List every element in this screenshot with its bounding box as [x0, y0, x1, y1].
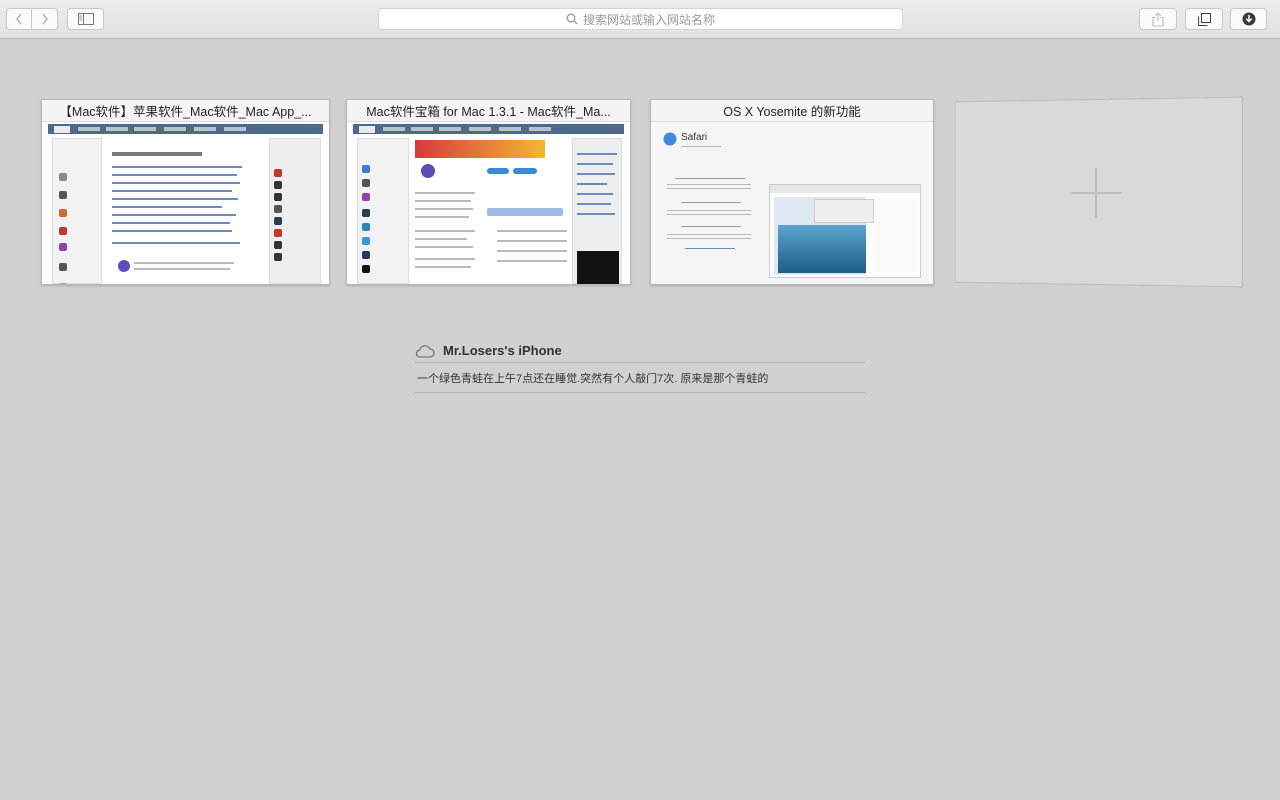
- chevron-right-icon: [41, 13, 48, 25]
- share-icon: [1152, 11, 1164, 27]
- icloud-tabs: Mr.Losers's iPhone 一个绿色青蛙在上午7点还在睡觉.突然有个人…: [415, 339, 865, 393]
- toolbar: 搜索网站或输入网站名称: [0, 0, 1280, 39]
- plus-icon: [1071, 168, 1121, 218]
- tab-overview-button[interactable]: [1185, 8, 1223, 30]
- compass-icon: [663, 132, 677, 146]
- page-preview: [42, 122, 329, 284]
- sidebar-icon: [77, 13, 94, 25]
- chevron-left-icon: [16, 13, 22, 25]
- page-preview: [347, 122, 630, 284]
- app-name: Safari: [681, 132, 708, 143]
- download-icon: [1242, 12, 1255, 26]
- tab-title: Mac软件宝箱 for Mac 1.3.1 - Mac软件_Ma...: [347, 100, 630, 122]
- tab-thumbnail[interactable]: OS X Yosemite 的新功能 Safari: [650, 99, 934, 285]
- sidebar-button[interactable]: [67, 8, 104, 30]
- tab-title: OS X Yosemite 的新功能: [651, 100, 933, 122]
- icloud-tab-item[interactable]: 一个绿色青蛙在上午7点还在睡觉.突然有个人敲门7次. 原来是那个青蛙的: [415, 363, 865, 393]
- tab-title: 【Mac软件】苹果软件_Mac软件_Mac App_...: [42, 100, 329, 122]
- page-preview: Safari: [651, 122, 933, 284]
- downloads-button[interactable]: [1230, 8, 1267, 30]
- address-placeholder: 搜索网站或输入网站名称: [582, 12, 715, 27]
- tab-thumbnail[interactable]: 【Mac软件】苹果软件_Mac软件_Mac App_...: [41, 99, 330, 285]
- new-tab-button[interactable]: [954, 96, 1243, 288]
- back-button[interactable]: [6, 8, 32, 30]
- address-bar[interactable]: 搜索网站或输入网站名称: [378, 8, 903, 30]
- device-name: Mr.Losers's iPhone: [443, 343, 562, 358]
- cloud-icon: [415, 344, 435, 358]
- share-button[interactable]: [1139, 8, 1177, 30]
- device-header: Mr.Losers's iPhone: [415, 339, 865, 363]
- tab-overview-icon: [1197, 12, 1211, 26]
- forward-button[interactable]: [32, 8, 58, 30]
- magnifier-icon: [566, 13, 578, 25]
- tab-thumbnail[interactable]: Mac软件宝箱 for Mac 1.3.1 - Mac软件_Ma...: [346, 99, 631, 285]
